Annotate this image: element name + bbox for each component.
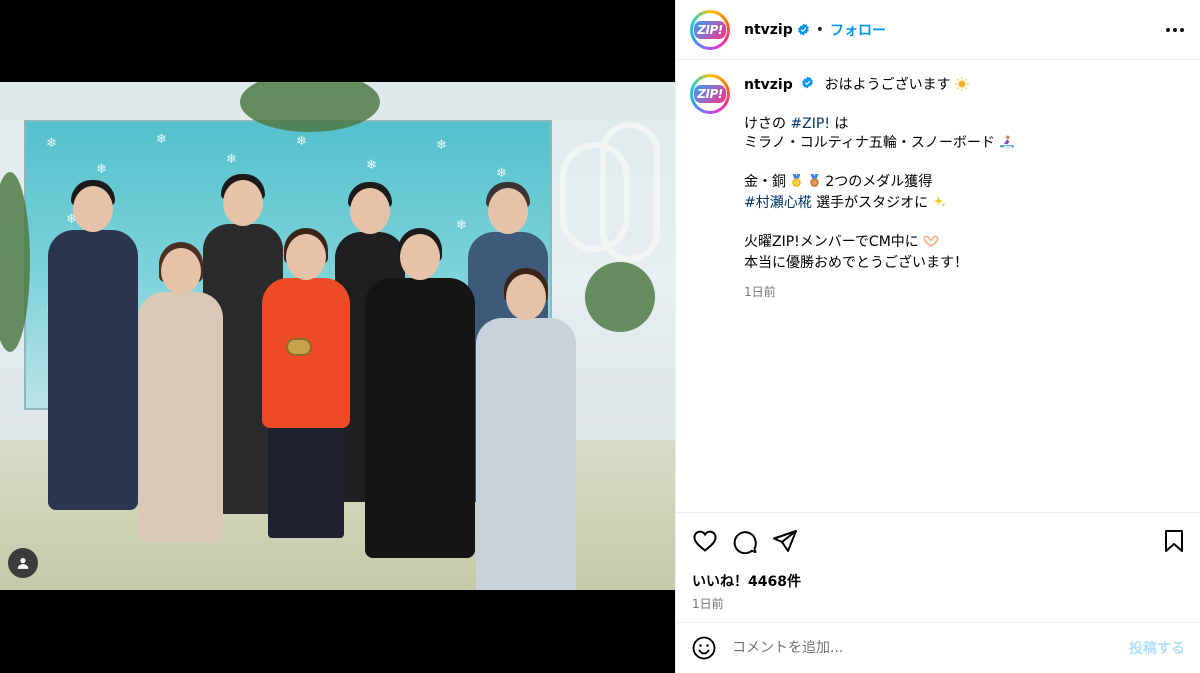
save-button[interactable] (1163, 529, 1185, 553)
post-header: ZIP! ntvzip • フォロー (676, 0, 1200, 60)
username-link[interactable]: ntvzip (744, 22, 793, 38)
like-button[interactable] (692, 529, 718, 553)
comment-bubble-icon (732, 528, 758, 554)
sparkles-emoji-icon (933, 195, 947, 215)
hashtag-murase[interactable]: #村瀬心椛 (744, 195, 812, 211)
snowboarder-emoji-icon (999, 135, 1015, 155)
more-options-button[interactable] (1166, 27, 1184, 32)
caption-timestamp: 1日前 (744, 285, 776, 299)
caption-greeting: おはようございます (824, 77, 951, 93)
heart-hands-emoji-icon (923, 234, 939, 254)
zip-logo: ZIP! (694, 85, 726, 103)
verified-badge-icon (801, 76, 814, 89)
send-paper-plane-icon (772, 529, 798, 553)
post-comment-button[interactable]: 投稿する (1129, 638, 1185, 658)
hashtag-zip[interactable]: #ZIP! (790, 116, 830, 132)
smiley-icon (692, 636, 716, 660)
bookmark-icon (1163, 529, 1185, 553)
verified-badge-icon (797, 23, 810, 36)
comment-button[interactable] (732, 528, 758, 554)
more-dot-icon (1166, 27, 1170, 32)
separator-dot: • (815, 21, 825, 38)
like-count[interactable]: いいね！4468件 (692, 571, 1185, 591)
heart-icon (692, 529, 718, 553)
caption-avatar[interactable]: ZIP! (690, 74, 730, 114)
sun-emoji-icon (955, 77, 969, 97)
media-panel: ❄ ❄ ❄ ❄ ❄ ❄ ❄ ❄ ❄ ❄ ❄ ❄ (0, 0, 675, 673)
person-icon (16, 556, 30, 570)
caption-username[interactable]: ntvzip (744, 77, 793, 93)
bronze-medal-emoji-icon (808, 174, 821, 194)
avatar[interactable]: ZIP! (690, 9, 730, 50)
post-photo[interactable]: ❄ ❄ ❄ ❄ ❄ ❄ ❄ ❄ ❄ ❄ ❄ ❄ (0, 82, 675, 590)
caption-text: ntvzip おはようございます けさの #ZIP! は ミラノ・コルティナ五輪… (744, 74, 1015, 302)
zip-logo: ZIP! (694, 20, 726, 39)
share-button[interactable] (772, 529, 798, 553)
post-actions: いいね！4468件 1日前 (676, 512, 1200, 612)
comment-input[interactable] (732, 640, 1129, 656)
follow-button[interactable]: フォロー (830, 20, 886, 40)
emoji-picker-button[interactable] (692, 636, 716, 660)
tagged-people-button[interactable] (8, 548, 38, 578)
add-comment-bar: 投稿する (676, 622, 1200, 673)
post-timestamp[interactable]: 1日前 (692, 595, 1185, 612)
post-details-panel: ZIP! ntvzip • フォロー ZIP! ntvzip おはようございます… (675, 0, 1200, 673)
caption-section: ZIP! ntvzip おはようございます けさの #ZIP! は ミラノ・コル… (676, 60, 1200, 512)
instagram-post-modal: ❄ ❄ ❄ ❄ ❄ ❄ ❄ ❄ ❄ ❄ ❄ ❄ (0, 0, 1200, 673)
gold-medal-emoji-icon (790, 174, 803, 194)
